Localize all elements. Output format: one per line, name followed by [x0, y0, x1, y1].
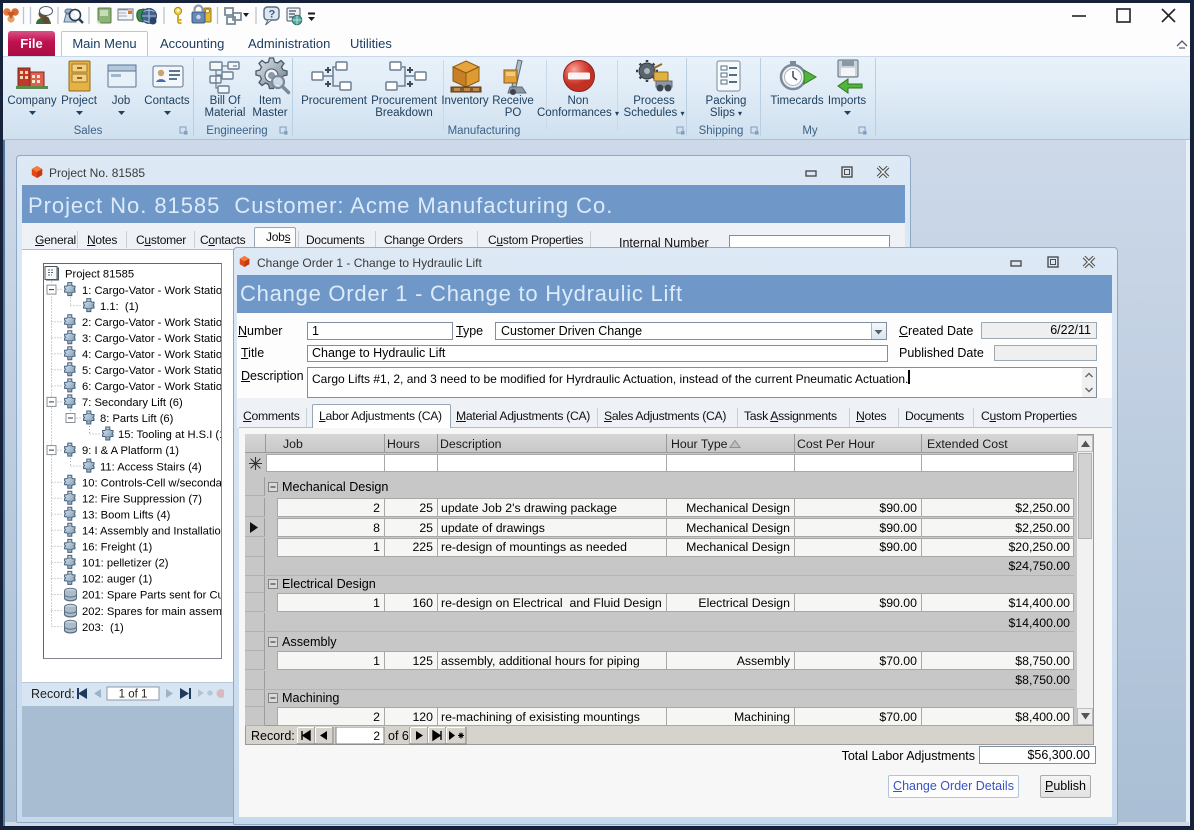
svg-text:13: Boom Lifts (4): 13: Boom Lifts (4) — [82, 509, 171, 521]
svg-text:6: Cargo-Vator - Work Station: 6: Cargo-Vator - Work Station — [82, 381, 221, 393]
svg-text:Project 81585: Project 81585 — [65, 269, 134, 281]
svg-text:2: Cargo-Vator - Work Station: 2: Cargo-Vator - Work Station — [82, 317, 221, 329]
svg-text:11: Access Stairs (4): 11: Access Stairs (4) — [100, 461, 202, 473]
svg-text:4: Cargo-Vator - Work Station: 4: Cargo-Vator - Work Station — [82, 349, 221, 361]
svg-text:10: Controls-Cell w/secondary: 10: Controls-Cell w/secondary — [82, 477, 221, 489]
svg-text:1 of 1: 1 of 1 — [119, 689, 148, 701]
svg-text:16: Freight (1): 16: Freight (1) — [82, 542, 153, 554]
svg-text:5: Cargo-Vator - Work Station: 5: Cargo-Vator - Work Station — [82, 365, 221, 377]
svg-text:15: Tooling at H.S.I (1: 15: Tooling at H.S.I (1 — [118, 429, 221, 441]
svg-text:2: 2 — [373, 729, 380, 743]
svg-text:9: I & A Platform (1): 9: I & A Platform (1) — [82, 445, 179, 457]
svg-text:1.1: (1): 1.1: (1) — [100, 301, 139, 313]
svg-text:102: auger (1): 102: auger (1) — [82, 574, 153, 586]
svg-text:8: Parts Lift (6): 8: Parts Lift (6) — [100, 413, 174, 425]
svg-text:7: Secondary Lift (6): 7: Secondary Lift (6) — [82, 397, 183, 409]
svg-text:?: ? — [269, 9, 276, 21]
svg-text:3: Cargo-Vator - Work Station: 3: Cargo-Vator - Work Station — [82, 333, 221, 345]
svg-text:101: pelletizer (2): 101: pelletizer (2) — [82, 558, 169, 570]
svg-text:203: (1): 203: (1) — [82, 622, 124, 634]
svg-text:1: Cargo-Vator - Work Station: 1: Cargo-Vator - Work Station — [82, 285, 221, 297]
